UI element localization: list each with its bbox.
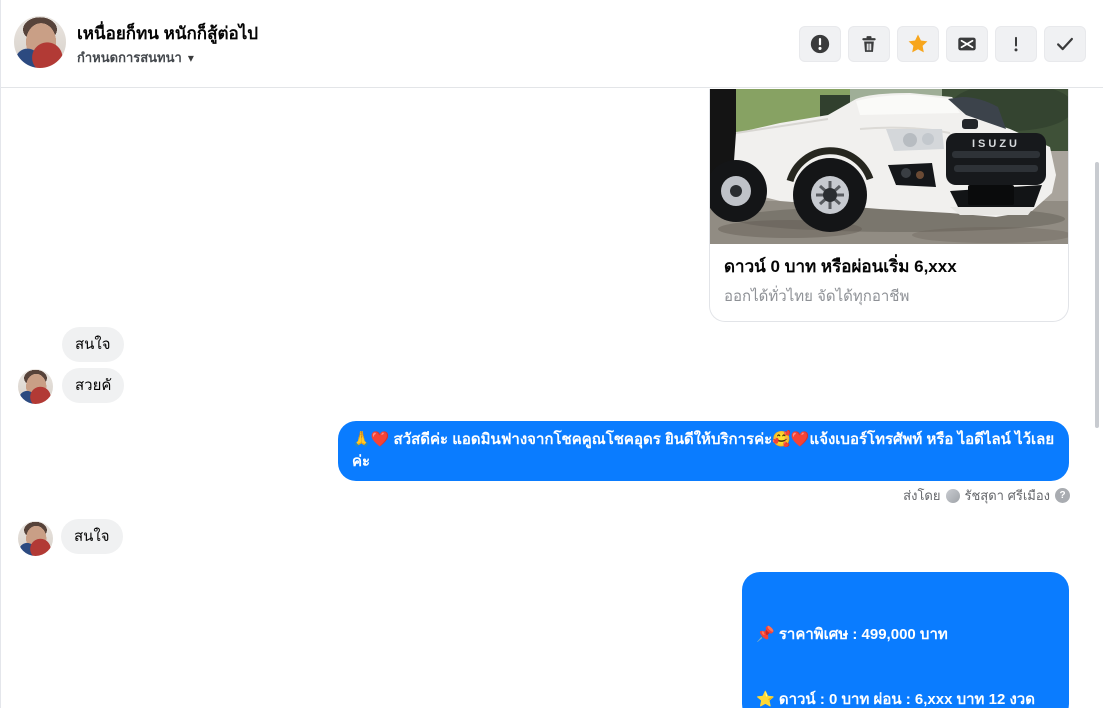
help-icon[interactable]: ? [1055,488,1070,503]
conversation-title: เหนื่อยก็ทน หนักก็สู้ต่อไป [77,24,259,43]
report-button[interactable] [799,26,841,62]
outgoing-message-bubble: 📌 ราคาพิเศษ : 499,000 บาท ⭐ ดาวน์ : 0 บา… [742,572,1069,708]
attachment-subtitle: ออกได้ทั่วไทย จัดได้ทุกอาชีพ [724,288,910,305]
envelope-unread-icon [956,33,978,55]
incoming-message-bubble: สนใจ [61,519,123,554]
incoming-message-bubble: สนใจ [62,327,124,362]
delete-button[interactable] [848,26,890,62]
conversation-header: เหนื่อยก็ทน หนักก็สู้ต่อไป กำหนดการสนทนา… [1,0,1103,88]
mark-done-button[interactable] [1044,26,1086,62]
attachment-card[interactable]: ISUZU ดาวน์ 0 บาท หรือผ่อนเริ่ม 6,xxx ออ… [709,89,1069,322]
mark-spam-button[interactable] [995,26,1037,62]
sent-by-label: ส่งโดย [903,488,941,503]
schedule-label: กำหนดการสนทนา [77,50,182,65]
down-payment-line: ⭐ ดาวน์ : 0 บาท ผ่อน : 6,xxx บาท 12 งวดแ… [756,690,1035,708]
exclamation-icon [1006,34,1026,54]
conversation-schedule-dropdown[interactable]: กำหนดการสนทนา ▾ [77,47,194,68]
star-icon [906,32,930,56]
admin-mini-avatar [945,488,960,503]
sender-avatar[interactable] [18,521,53,556]
price-line: 📌 ราคาพิเศษ : 499,000 บาท [756,626,948,643]
trash-icon [859,34,879,54]
truck-photo: ISUZU [710,89,1068,244]
sent-by-name: รัชสุดา ศรีเมือง [964,488,1051,503]
favorite-button[interactable] [897,26,939,62]
chevron-down-icon: ▾ [187,50,194,65]
scrollbar-thumb[interactable] [1095,162,1099,428]
attachment-caption: ดาวน์ 0 บาท หรือผ่อนเริ่ม 6,xxx ออกได้ทั… [710,244,1068,321]
incoming-message-bubble: สวยคั [62,368,125,403]
attachment-title: ดาวน์ 0 บาท หรือผ่อนเริ่ม 6,xxx [724,257,957,276]
sender-avatar[interactable] [18,369,53,404]
alert-circle-icon [809,33,831,55]
check-icon [1054,33,1076,55]
avatar[interactable] [14,16,66,68]
sent-by-row: ส่งโดย รัชสุดา ศรีเมือง ? [903,485,1070,506]
header-action-bar [799,26,1086,62]
svg-text:ISUZU: ISUZU [972,138,1020,150]
mark-unread-button[interactable] [946,26,988,62]
outgoing-message-bubble: 🙏❤️ สวัสดีค่ะ แอดมินฟางจากโชคคูณโชคอุดร … [338,421,1069,481]
